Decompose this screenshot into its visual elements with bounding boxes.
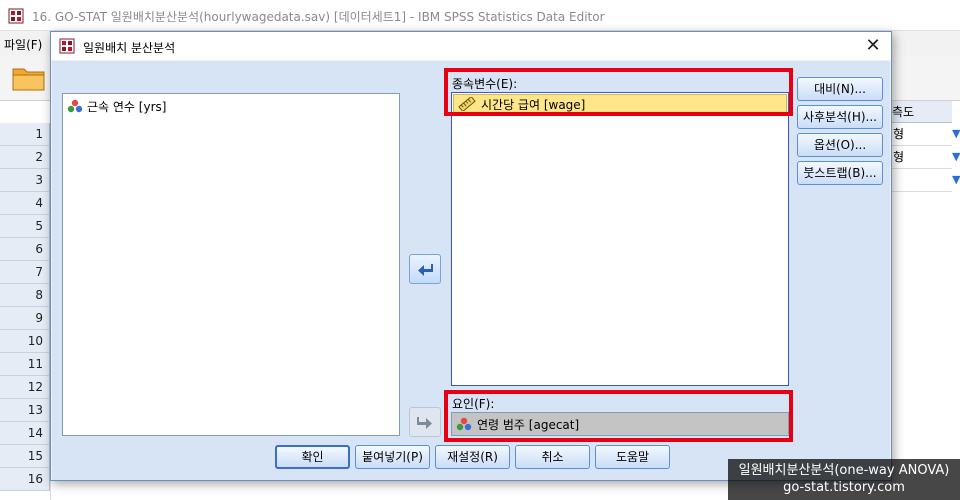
row-number-cell[interactable]: 3: [0, 169, 50, 192]
factor-highlight-frame: [444, 390, 793, 442]
reset-button[interactable]: 재설정(R): [435, 445, 510, 469]
spss-dialog-icon: [59, 38, 75, 54]
source-variable-item[interactable]: 근속 연수 [yrs]: [67, 97, 166, 115]
dialog-title: 일원배치 분산분석: [83, 41, 176, 55]
contrasts-button[interactable]: 대비(N)...: [797, 77, 883, 101]
menu-file[interactable]: 파일(F): [4, 36, 42, 53]
dependent-highlight-frame: [444, 68, 793, 116]
help-button[interactable]: 도움말: [595, 445, 670, 469]
row-number-cell[interactable]: 2: [0, 146, 50, 169]
dependent-variable-list[interactable]: 시간당 급여 [wage]: [451, 92, 789, 386]
measure-cell[interactable]: [890, 169, 952, 192]
row-number-cell[interactable]: 10: [0, 330, 50, 353]
dialog-body: 근속 연수 [yrs] 종속변수(E): 시간당 급여 [wage] 요인(F)…: [52, 61, 890, 480]
one-way-anova-dialog: 일원배치 분산분석 ✕ 근속 연수 [yrs] 종속변수(E): 시간당 급여 …: [50, 31, 892, 481]
row-number-cell[interactable]: 16: [0, 468, 50, 491]
row-number-cell[interactable]: 13: [0, 399, 50, 422]
ok-button[interactable]: 확인: [275, 445, 350, 469]
source-variable-label: 근속 연수 [yrs]: [87, 99, 167, 114]
row-number-cell[interactable]: 4: [0, 192, 50, 215]
row-number-cell[interactable]: 12: [0, 376, 50, 399]
open-folder-icon[interactable]: [12, 65, 46, 91]
move-to-dependent-button[interactable]: [409, 254, 441, 284]
row-number-cell[interactable]: 5: [0, 215, 50, 238]
measure-column-header[interactable]: 측도: [890, 101, 952, 123]
watermark-title: 일원배치분산분석(one-way ANOVA): [738, 463, 950, 478]
row-number-cell[interactable]: 8: [0, 284, 50, 307]
cancel-button[interactable]: 취소: [515, 445, 590, 469]
row-number-cell[interactable]: 1: [0, 123, 50, 146]
dropdown-arrow-icon[interactable]: ▼: [952, 123, 960, 146]
move-to-factor-button[interactable]: [409, 407, 441, 437]
dialog-titlebar: 일원배치 분산분석 ✕: [51, 32, 891, 60]
post-hoc-button[interactable]: 사후분석(H)...: [797, 105, 883, 129]
app-title: 16. GO-STAT 일원배치분산분석(hourlywagedata.sav)…: [32, 10, 605, 24]
paste-button[interactable]: 붙여넣기(P): [355, 445, 430, 469]
row-number-cell[interactable]: 15: [0, 445, 50, 468]
row-number-cell[interactable]: 11: [0, 353, 50, 376]
measure-cell[interactable]: 형: [890, 146, 952, 169]
watermark-caption: 일원배치분산분석(one-way ANOVA) go-stat.tistory.…: [728, 459, 960, 500]
dropdown-arrow-icon[interactable]: ▼: [952, 146, 960, 169]
source-variable-list[interactable]: 근속 연수 [yrs]: [62, 93, 400, 436]
watermark-url: go-stat.tistory.com: [783, 480, 905, 495]
close-icon[interactable]: ✕: [863, 36, 883, 56]
nominal-variable-icon: [67, 99, 83, 113]
measure-cell[interactable]: 형: [890, 123, 952, 146]
row-number-cell[interactable]: 9: [0, 307, 50, 330]
arrow-left-icon: [418, 264, 433, 276]
row-number-cell[interactable]: 14: [0, 422, 50, 445]
dropdown-arrow-icon[interactable]: ▼: [952, 169, 960, 192]
row-number-cell[interactable]: 7: [0, 261, 50, 284]
spss-app-icon: [8, 8, 24, 24]
arrow-right-icon: [417, 417, 432, 429]
app-titlebar: 16. GO-STAT 일원배치분산분석(hourlywagedata.sav)…: [0, 0, 960, 31]
row-number-cell[interactable]: 6: [0, 238, 50, 261]
options-button[interactable]: 옵션(O)...: [797, 133, 883, 157]
bootstrap-button[interactable]: 붓스트랩(B)...: [797, 161, 883, 185]
